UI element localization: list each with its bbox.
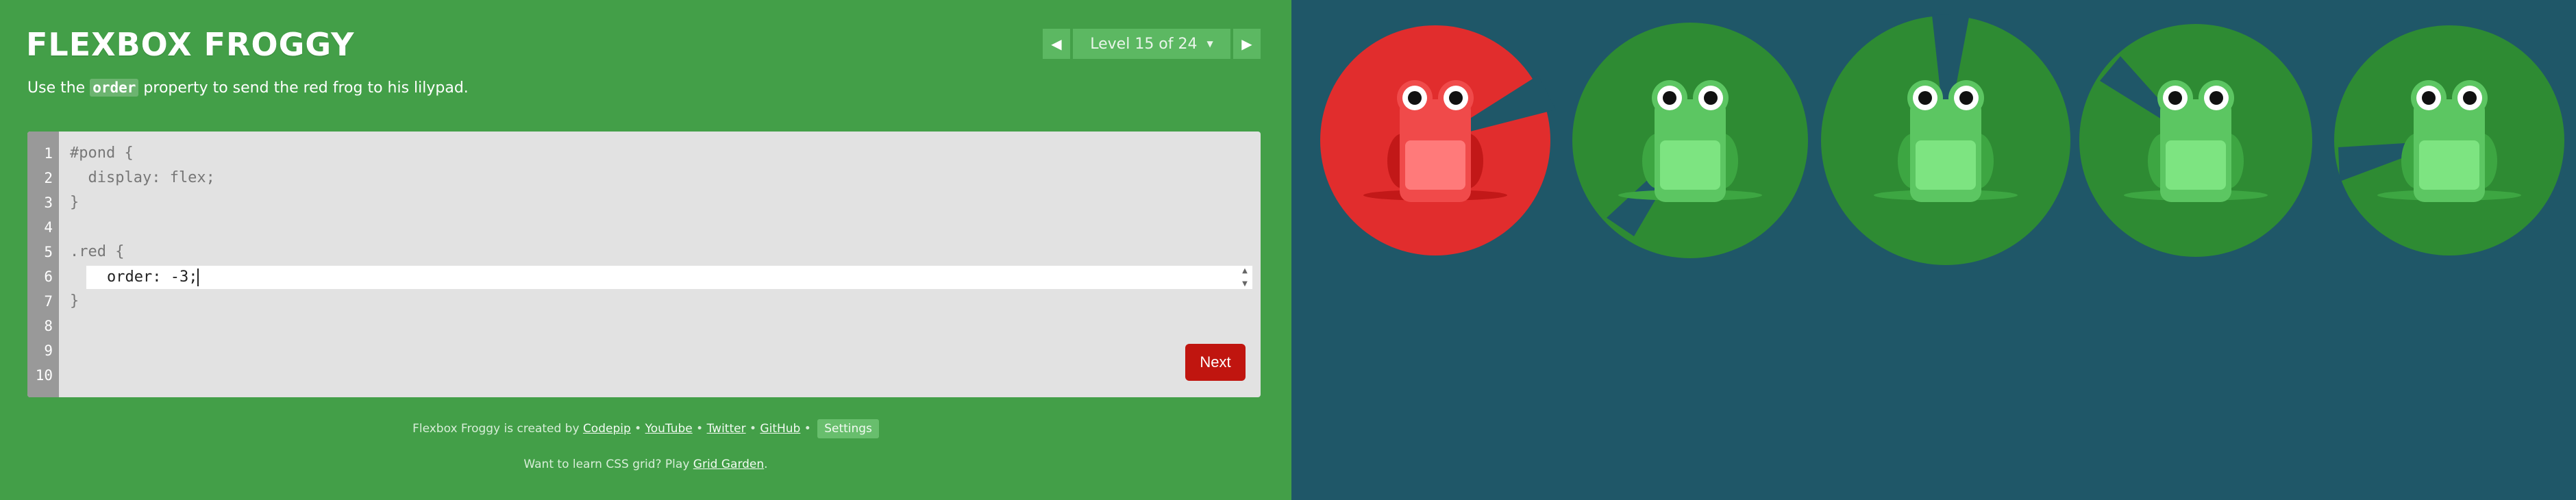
next-level-arrow-button[interactable]: ▶ — [1233, 29, 1261, 59]
pond — [1291, 0, 2576, 500]
caret-down-icon: ▼ — [1206, 39, 1213, 49]
instructions-prefix: Use the — [27, 79, 90, 97]
twitter-link[interactable]: Twitter — [707, 422, 746, 436]
answer-row: order: -3; ▲ ▼ — [59, 264, 1261, 289]
line-number: 3 — [44, 195, 53, 211]
instructions: Use the order property to send the red f… — [27, 79, 469, 97]
input-value: order: -3; — [107, 268, 198, 286]
css-answer-input[interactable]: order: -3; — [86, 266, 1252, 289]
promo-period: . — [764, 458, 768, 471]
sidebar: FLEXBOX FROGGY ◀ Level 15 of 24 ▼ ▶ Use … — [0, 0, 1291, 500]
github-link[interactable]: GitHub — [760, 422, 800, 436]
level-selector-button[interactable]: Level 15 of 24 ▼ — [1073, 29, 1230, 59]
separator: • — [634, 422, 642, 436]
level-label: Level 15 of 24 — [1090, 35, 1198, 53]
pond-scene — [1320, 14, 2564, 265]
separator: • — [749, 422, 757, 436]
text-cursor — [197, 268, 199, 286]
code-line: } — [70, 194, 79, 211]
line-number-gutter: 1 2 3 4 5 6 7 8 9 10 — [27, 132, 59, 397]
line-number: 4 — [44, 219, 53, 236]
triangle-right-icon: ▶ — [1241, 36, 1252, 52]
grid-garden-link[interactable]: Grid Garden — [693, 458, 764, 471]
credits: Flexbox Froggy is created by Codepip • Y… — [0, 419, 1291, 438]
grid-garden-promo: Want to learn CSS grid? Play Grid Garden… — [0, 458, 1291, 471]
line-number: 2 — [44, 170, 53, 186]
youtube-link[interactable]: YouTube — [645, 422, 693, 436]
code-area: #pond { display: flex; } .red { order: -… — [59, 141, 1261, 314]
line-number: 10 — [35, 367, 53, 384]
instructions-code: order — [90, 79, 139, 97]
code-line: #pond { — [70, 145, 134, 162]
separator: • — [696, 422, 704, 436]
chevron-up-icon: ▲ — [1242, 267, 1248, 275]
next-button[interactable]: Next — [1185, 344, 1246, 381]
code-editor: 1 2 3 4 5 6 7 8 9 10 #pond { display: fl… — [27, 132, 1261, 397]
code-line: display: flex; — [70, 169, 215, 186]
line-number: 8 — [44, 318, 53, 334]
promo-text: Want to learn CSS grid? Play — [523, 458, 690, 471]
line-number: 9 — [44, 342, 53, 359]
previous-level-button[interactable]: ◀ — [1043, 29, 1070, 59]
line-number: 1 — [44, 145, 53, 162]
separator: • — [804, 422, 811, 436]
code-line: } — [70, 292, 79, 310]
line-number: 5 — [44, 244, 53, 260]
codepip-link[interactable]: Codepip — [583, 422, 631, 436]
credits-text: Flexbox Froggy is created by — [412, 422, 580, 436]
instructions-suffix: property to send the red frog to his lil… — [138, 79, 469, 97]
level-navigation: ◀ Level 15 of 24 ▼ ▶ — [1043, 29, 1261, 59]
triangle-left-icon: ◀ — [1051, 36, 1062, 52]
code-line: .red { — [70, 243, 125, 260]
line-number: 7 — [44, 293, 53, 310]
app-title: FLEXBOX FROGGY — [26, 26, 355, 63]
chevron-down-icon: ▼ — [1242, 280, 1248, 288]
settings-button[interactable]: Settings — [817, 419, 879, 438]
line-number: 6 — [44, 268, 53, 285]
textarea-resize-control[interactable]: ▲ ▼ — [1239, 267, 1251, 288]
